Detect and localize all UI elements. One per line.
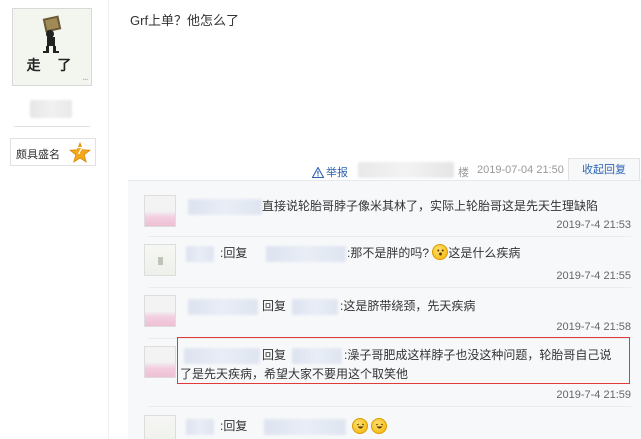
collapse-replies-button[interactable]: 收起回复 xyxy=(568,158,640,182)
reply-time: 2019-7-4 21:55 xyxy=(556,270,631,282)
reply-divider xyxy=(148,406,631,407)
highlight-box xyxy=(177,337,630,384)
reply-prefix: :回复 xyxy=(220,419,248,433)
post-content: Grf上单？他怎么了 xyxy=(130,13,240,28)
laughing-emoji-group xyxy=(352,418,388,434)
surprised-emoji-icon xyxy=(432,244,449,260)
reply-avatar[interactable] xyxy=(144,415,176,439)
reply-avatar[interactable] xyxy=(144,346,176,378)
reply-username-redacted[interactable] xyxy=(186,419,214,435)
reply-username-redacted[interactable] xyxy=(188,299,258,315)
report-link[interactable]: 举报 xyxy=(312,164,348,180)
reply-avatar[interactable] xyxy=(144,295,176,327)
reply-prefix: :回复 xyxy=(220,246,248,260)
reply-avatar[interactable] xyxy=(144,244,176,276)
warning-icon xyxy=(312,166,324,178)
user-badge[interactable]: 颇具盛名 7 xyxy=(10,138,96,166)
user-avatar[interactable]: 走 了 ▪▪▪ xyxy=(12,8,92,86)
username-redacted[interactable] xyxy=(30,100,72,118)
post-meta: 举报 楼 2019-07-04 21:50 收起回复 xyxy=(300,158,641,182)
reply-avatar[interactable] xyxy=(144,195,176,227)
reply-time: 2019-7-4 21:59 xyxy=(556,389,631,401)
user-divider xyxy=(14,126,90,127)
report-label: 举报 xyxy=(326,167,348,179)
reply-time: 2019-7-4 21:53 xyxy=(556,219,631,231)
post-date: 2019-07-04 21:50 xyxy=(477,164,564,176)
user-sidebar: 走 了 ▪▪▪ 颇具盛名 7 xyxy=(0,0,108,439)
column-divider xyxy=(108,0,109,439)
reply-target-redacted[interactable] xyxy=(292,299,338,315)
reply-list: 直接说轮胎哥脖子像米其林了，实际上轮胎哥这是先天生理缺陷 2019-7-4 21… xyxy=(128,180,641,439)
floor-number-redacted xyxy=(358,162,454,178)
badge-label: 颇具盛名 xyxy=(16,149,60,161)
reply-username-redacted[interactable] xyxy=(186,246,214,262)
reply-target-redacted[interactable] xyxy=(266,246,346,262)
reply-prefix: 回复 xyxy=(262,299,287,313)
avatar-watermark: ▪▪▪ xyxy=(82,77,88,83)
reply-target-redacted[interactable] xyxy=(264,419,346,435)
reply-time: 2019-7-4 21:58 xyxy=(556,321,631,333)
badge-level: 7 xyxy=(77,146,83,157)
reply-divider xyxy=(148,236,631,237)
reply-username-redacted[interactable] xyxy=(188,199,262,215)
reply-text: 直接说轮胎哥脖子像米其林了，实际上轮胎哥这是先天生理缺陷 xyxy=(262,199,599,213)
reply-text: :那不是胖的吗? 这是什么疾病 xyxy=(347,244,521,260)
reply-divider xyxy=(148,287,631,288)
floor-label: 楼 xyxy=(458,167,469,179)
laughing-emoji-icon xyxy=(371,418,388,434)
avatar-caption: 走 了 xyxy=(26,58,78,74)
laughing-emoji-icon xyxy=(352,418,368,434)
reply-text: :这是脐带绕颈，先天疾病 xyxy=(340,299,476,313)
avatar-figure-icon xyxy=(42,15,62,53)
